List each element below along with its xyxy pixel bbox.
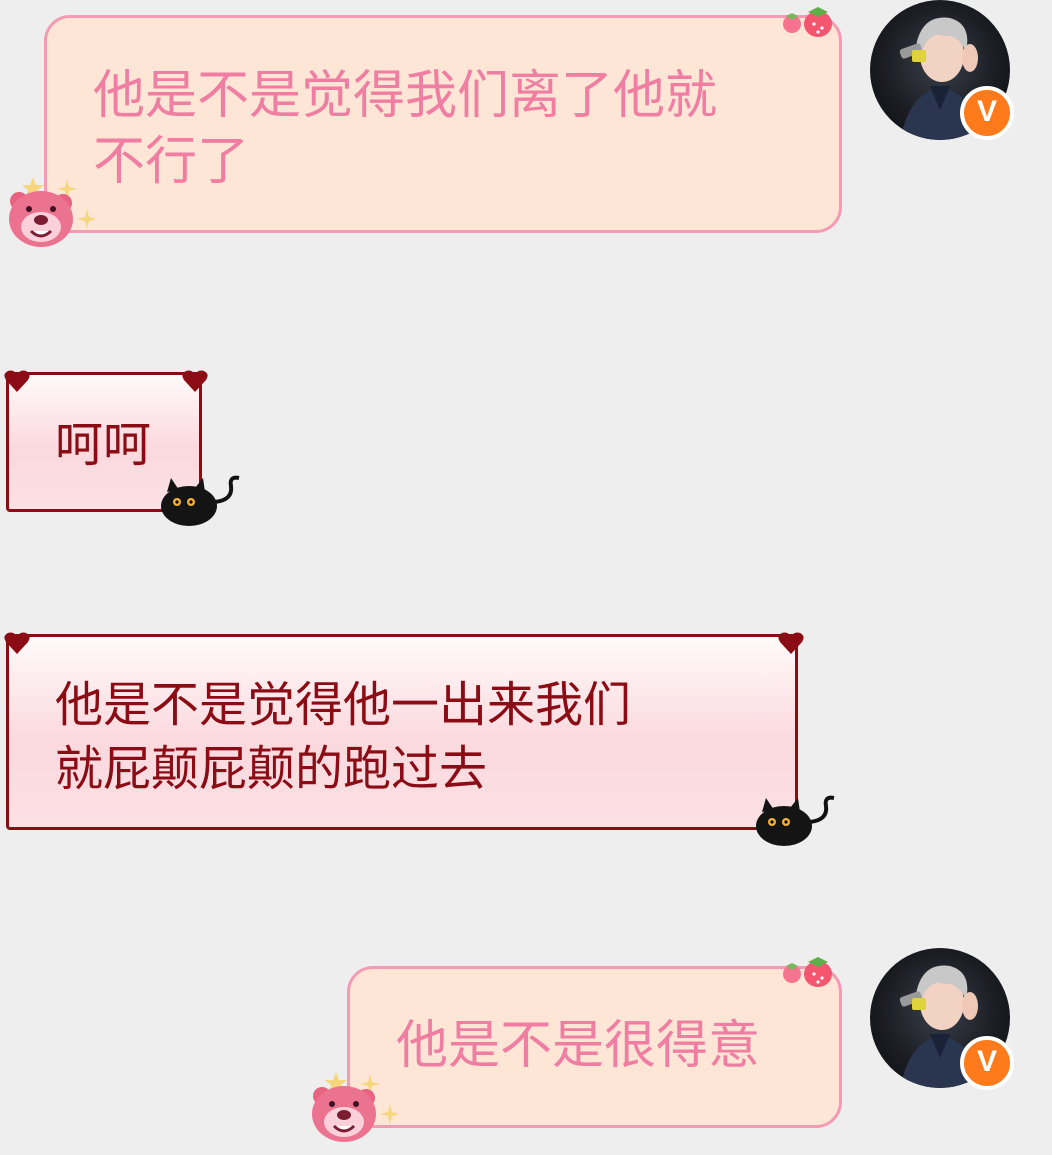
- verified-badge-icon: V: [960, 1036, 1014, 1090]
- message-text: 他是不是觉得他一出来我们 就屁颠屁颠的跑过去: [55, 677, 632, 797]
- message-row: 他是不是觉得我们离了他就 不行了 V: [0, 0, 1052, 260]
- message-row: 呵呵: [0, 360, 1052, 530]
- message-bubble[interactable]: 他是不是觉得我们离了他就 不行了: [44, 15, 842, 233]
- message-bubble[interactable]: 他是不是觉得他一出来我们 就屁颠屁颠的跑过去: [6, 634, 798, 830]
- heart-icon: [182, 370, 208, 392]
- pink-bear-icon: [9, 177, 95, 247]
- message-bubble[interactable]: 他是不是很得意: [347, 966, 842, 1128]
- avatar[interactable]: V: [870, 0, 1014, 140]
- heart-icon: [4, 632, 30, 654]
- black-cat-icon: [756, 795, 835, 846]
- heart-icon: [4, 370, 30, 392]
- message-row: 他是不是觉得他一出来我们 就屁颠屁颠的跑过去: [0, 622, 1052, 862]
- message-text: 呵呵: [55, 417, 152, 473]
- message-text: 他是不是觉得我们离了他就 不行了: [93, 66, 718, 192]
- strawberry-icon: [783, 7, 832, 37]
- message-row: 他是不是很得意 V: [0, 948, 1052, 1155]
- strawberry-icon: [783, 957, 832, 987]
- avatar[interactable]: V: [870, 948, 1014, 1090]
- heart-icon: [778, 632, 804, 654]
- message-text: 他是不是很得意: [396, 1016, 761, 1076]
- black-cat-icon: [161, 475, 240, 526]
- verified-badge-icon: V: [960, 86, 1014, 140]
- pink-bear-icon: [312, 1072, 398, 1142]
